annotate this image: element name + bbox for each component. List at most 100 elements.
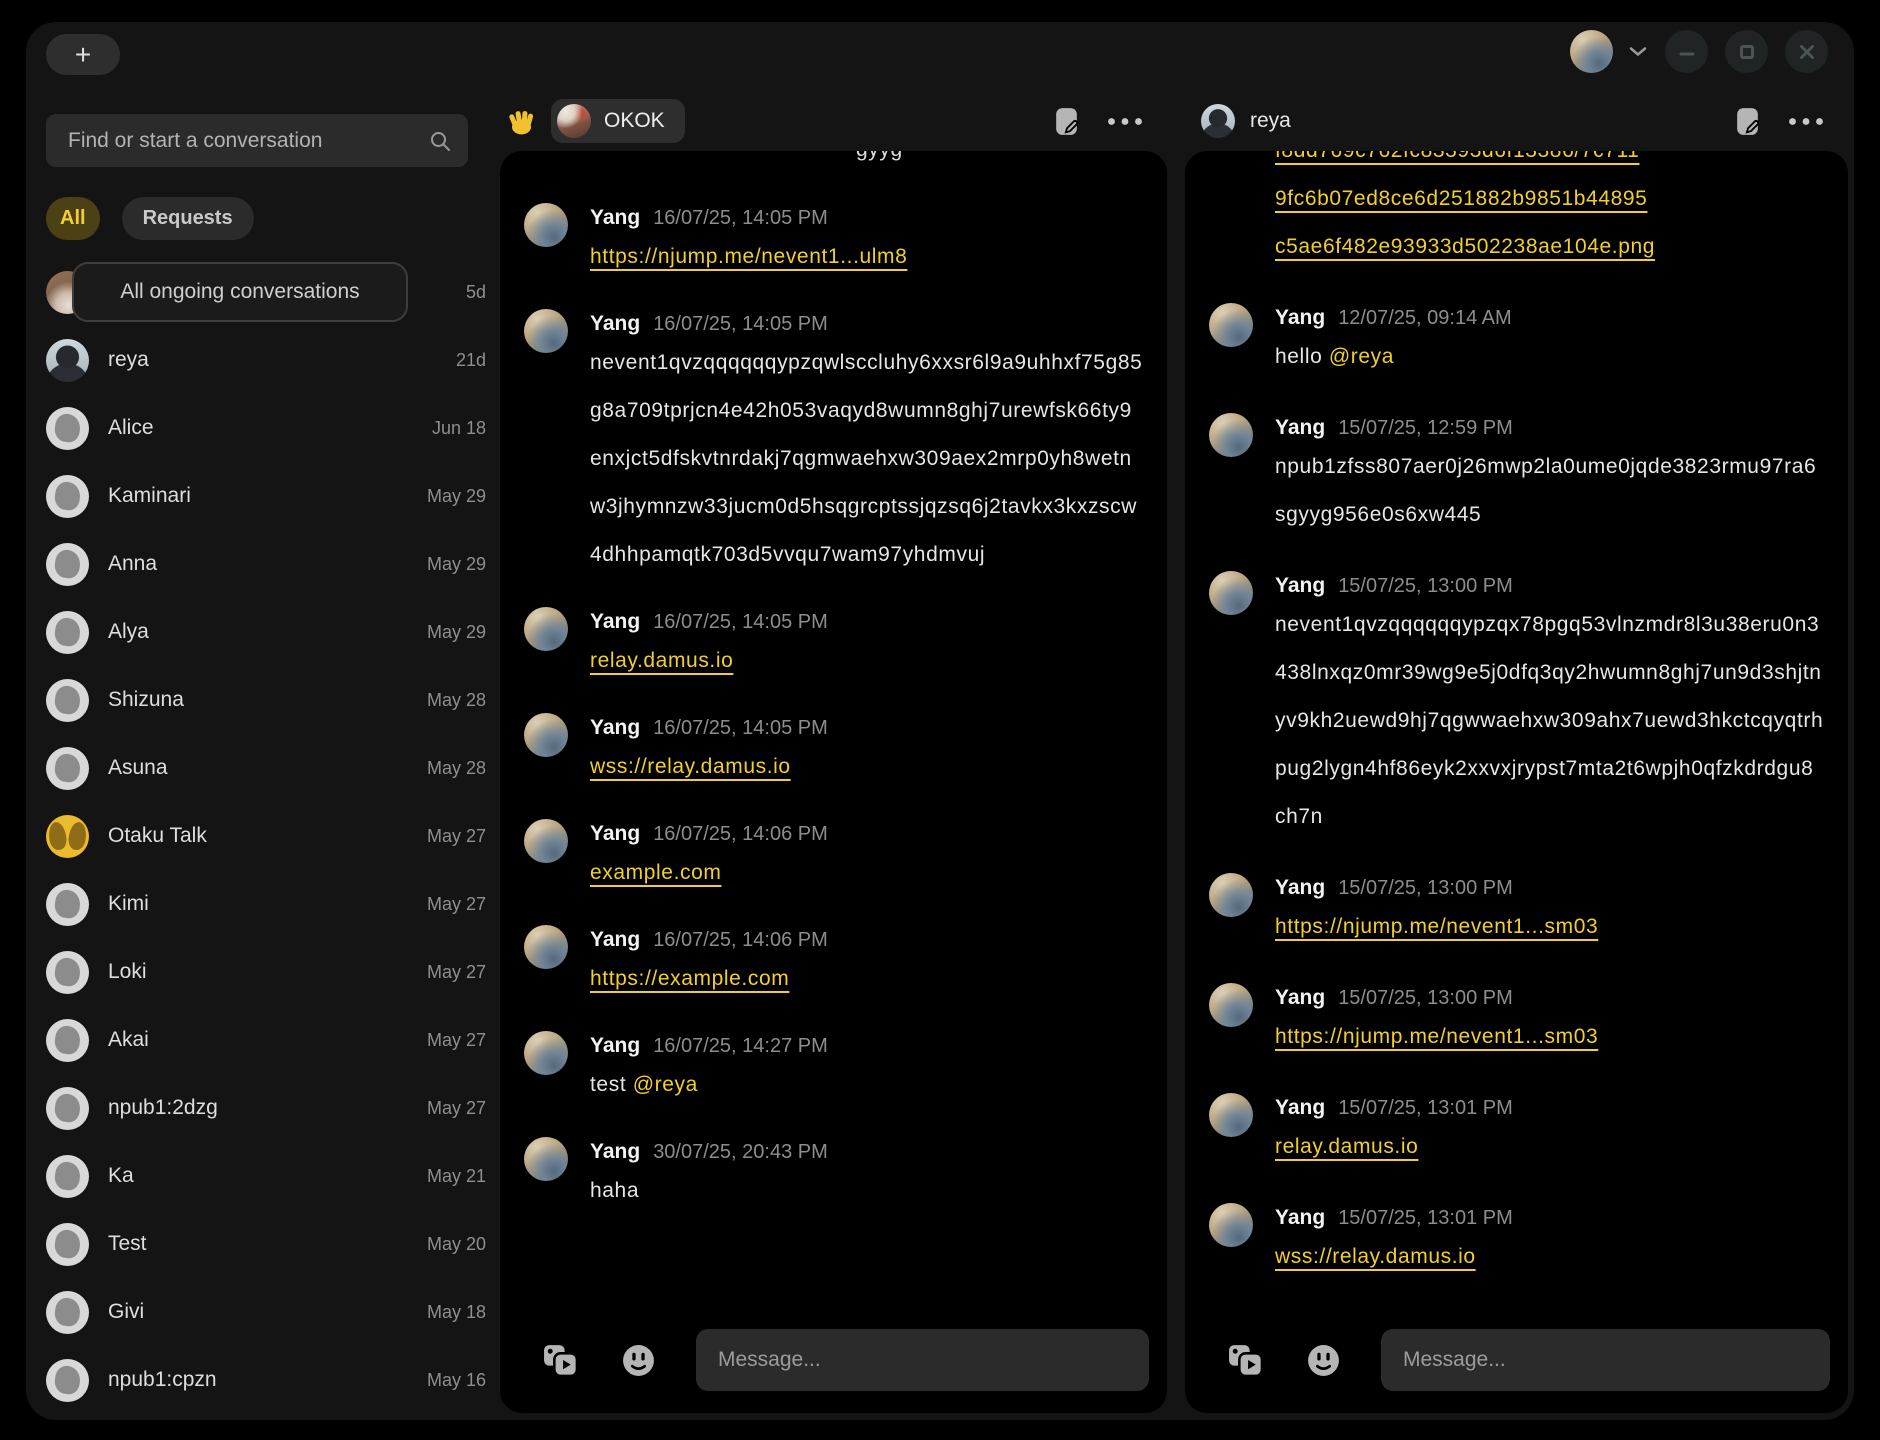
close-button[interactable] [1785, 30, 1828, 73]
message-link[interactable]: https://njump.me/nevent1...ulm8 [590, 245, 907, 268]
message-timestamp: 16/07/25, 14:27 PM [653, 1031, 828, 1061]
message-body: Yang16/07/25, 14:05 PMnevent1qvzqqqqqqyp… [590, 309, 1143, 579]
message-scroll-area[interactable]: f8dd769c762fc83393d6f13386/7c7119fc6b07e… [1185, 151, 1848, 1327]
chevron-down-icon[interactable] [1628, 45, 1648, 58]
message-link[interactable]: https://njump.me/nevent1...sm03 [1275, 915, 1598, 938]
sender-avatar[interactable] [524, 925, 568, 969]
minimize-button[interactable] [1665, 30, 1708, 73]
sender-avatar[interactable] [1209, 303, 1253, 347]
sender-name[interactable]: Yang [590, 309, 640, 339]
default-avatar [46, 1291, 89, 1334]
message-body: f8dd769c762fc83393d6f13386/7c7119fc6b07e… [1275, 151, 1824, 271]
chat-title-pill[interactable]: OKOK [551, 99, 685, 143]
sender-avatar[interactable] [524, 819, 568, 863]
message-input[interactable] [696, 1329, 1149, 1391]
note-edit-icon[interactable] [1734, 106, 1761, 137]
tab-requests[interactable]: Requests [122, 197, 254, 240]
message-link[interactable]: relay.damus.io [590, 649, 733, 672]
message-timestamp: 15/07/25, 13:00 PM [1338, 983, 1513, 1013]
default-avatar [46, 951, 89, 994]
maximize-button[interactable] [1725, 30, 1768, 73]
sender-name[interactable]: Yang [590, 713, 640, 743]
sender-avatar[interactable] [524, 607, 568, 651]
message-header: Yang16/07/25, 14:06 PM [590, 925, 1143, 955]
mention-link[interactable]: @reya [633, 1073, 698, 1096]
message-body: Yang12/07/25, 09:14 AMhello @reya [1275, 303, 1824, 381]
sender-avatar[interactable] [1209, 1093, 1253, 1137]
search-bar[interactable] [46, 114, 468, 167]
conversation-row[interactable]: GiviMay 18 [46, 1278, 492, 1346]
sender-name[interactable]: Yang [1275, 873, 1325, 903]
message-scroll-area[interactable]: gyyg Yang16/07/25, 14:05 PMhttps://njump… [500, 151, 1167, 1327]
sender-name[interactable]: Yang [1275, 1093, 1325, 1123]
media-attach-icon[interactable] [1227, 1343, 1264, 1378]
search-icon [428, 129, 452, 153]
tab-all[interactable]: All [46, 197, 100, 240]
message-link[interactable]: wss://relay.damus.io [1275, 1245, 1476, 1268]
sender-avatar[interactable] [1209, 983, 1253, 1027]
sender-avatar[interactable] [524, 1031, 568, 1075]
conversation-row[interactable]: reya21d [46, 326, 492, 394]
emoji-icon[interactable] [621, 1343, 656, 1378]
sender-name[interactable]: Yang [590, 1137, 640, 1167]
user-avatar[interactable] [1570, 30, 1613, 73]
message-content: test @reya [590, 1061, 1143, 1109]
message-link[interactable]: https://njump.me/nevent1...sm03 [1275, 1025, 1598, 1048]
conversation-row[interactable]: AsunaMay 28 [46, 734, 492, 802]
message-row: Yang30/07/25, 20:43 PMhaha [524, 1137, 1143, 1215]
message-body: Yang15/07/25, 13:01 PMrelay.damus.io [1275, 1093, 1824, 1171]
message-link[interactable]: wss://relay.damus.io [590, 755, 791, 778]
message-link[interactable]: c5ae6f482e93933d502238ae104e.png [1275, 223, 1824, 271]
sender-avatar[interactable] [524, 713, 568, 757]
message-row: Yang15/07/25, 13:01 PMwss://relay.damus.… [1209, 1203, 1824, 1281]
conversation-row[interactable]: TestMay 20 [46, 1210, 492, 1278]
message-timestamp: 16/07/25, 14:05 PM [653, 309, 828, 339]
conversation-row[interactable]: KimiMay 27 [46, 870, 492, 938]
sender-name[interactable]: Yang [590, 607, 640, 637]
message-link[interactable]: relay.damus.io [1275, 1135, 1418, 1158]
conversation-row[interactable]: AnnaMay 29 [46, 530, 492, 598]
conversation-row[interactable]: ShizunaMay 28 [46, 666, 492, 734]
sender-avatar[interactable] [524, 1137, 568, 1181]
media-attach-icon[interactable] [542, 1343, 579, 1378]
search-input[interactable] [66, 128, 428, 154]
sender-name[interactable]: Yang [590, 203, 640, 233]
sender-name[interactable]: Yang [590, 925, 640, 955]
sender-avatar[interactable] [1209, 413, 1253, 457]
emoji-icon[interactable] [1306, 1343, 1341, 1378]
new-chat-button[interactable]: + [46, 34, 120, 75]
sender-avatar[interactable] [524, 309, 568, 353]
message-link[interactable]: example.com [590, 861, 721, 884]
note-edit-icon[interactable] [1053, 106, 1080, 137]
message-body: Yang16/07/25, 14:05 PMhttps://njump.me/n… [590, 203, 1143, 281]
sender-avatar[interactable] [1209, 571, 1253, 615]
sender-name[interactable]: Yang [1275, 303, 1325, 333]
more-options-icon[interactable] [1788, 117, 1824, 126]
conversation-row[interactable]: KaMay 21 [46, 1142, 492, 1210]
sender-avatar[interactable] [524, 203, 568, 247]
sender-name[interactable]: Yang [590, 1031, 640, 1061]
conversation-row[interactable]: npub1:cpznMay 16 [46, 1346, 492, 1414]
message-link[interactable]: f8dd769c762fc83393d6f13386/7c711 [1275, 151, 1824, 175]
sender-name[interactable]: Yang [1275, 983, 1325, 1013]
conversation-row[interactable]: npub1:2dzgMay 27 [46, 1074, 492, 1142]
conversation-row[interactable]: AlyaMay 29 [46, 598, 492, 666]
message-input[interactable] [1381, 1329, 1830, 1391]
conversation-name: reya [108, 348, 149, 372]
conversation-row[interactable]: KaminariMay 29 [46, 462, 492, 530]
sender-name[interactable]: Yang [1275, 413, 1325, 443]
mention-link[interactable]: @reya [1329, 345, 1394, 368]
sender-name[interactable]: Yang [1275, 571, 1325, 601]
sender-avatar[interactable] [1209, 873, 1253, 917]
sender-name[interactable]: Yang [1275, 1203, 1325, 1233]
conversation-row[interactable]: AliceJun 18 [46, 394, 492, 462]
more-options-icon[interactable] [1107, 117, 1143, 126]
conversation-row[interactable]: Otaku TalkMay 27 [46, 802, 492, 870]
conversation-row[interactable]: LokiMay 27 [46, 938, 492, 1006]
chat-avatar[interactable] [1201, 104, 1235, 138]
message-link[interactable]: https://example.com [590, 967, 789, 990]
sender-avatar[interactable] [1209, 1203, 1253, 1247]
conversation-row[interactable]: AkaiMay 27 [46, 1006, 492, 1074]
sender-name[interactable]: Yang [590, 819, 640, 849]
message-link[interactable]: 9fc6b07ed8ce6d251882b9851b44895 [1275, 175, 1824, 223]
